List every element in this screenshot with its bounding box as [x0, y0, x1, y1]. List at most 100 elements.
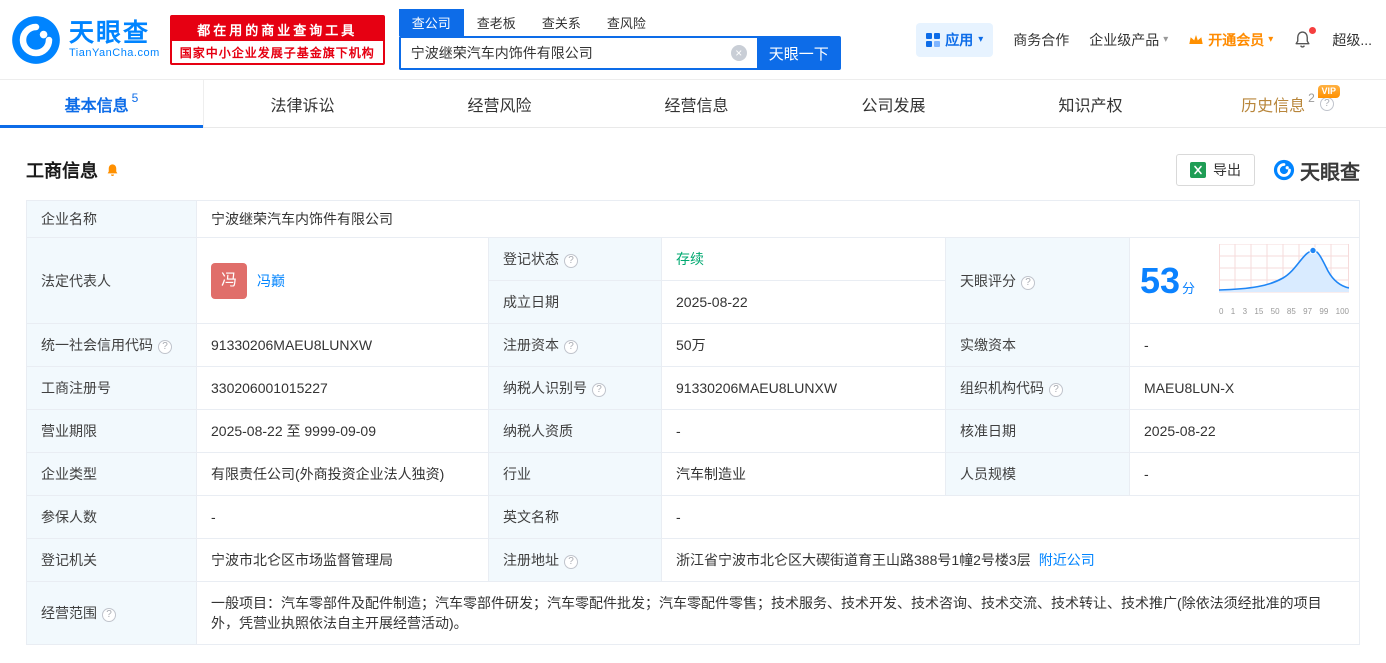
- notifications-button[interactable]: [1293, 27, 1317, 49]
- company-section-tabbar: 基本信息 5 法律诉讼 经营风险 经营信息 公司发展 知识产权 VIP 历史信息…: [0, 80, 1386, 128]
- axis-tick: 0: [1219, 307, 1224, 316]
- value-business-term: 2025-08-22 至 9999-09-09: [196, 409, 489, 453]
- label-business-term: 营业期限: [26, 409, 197, 453]
- section-title: 工商信息: [26, 161, 98, 181]
- chevron-down-icon: ▾: [978, 34, 984, 45]
- value-english-name: -: [661, 495, 1360, 539]
- value-establish-date: 2025-08-22: [661, 280, 946, 324]
- nav-business-cooperation[interactable]: 商务合作: [1013, 30, 1069, 50]
- search-button[interactable]: 天眼一下: [756, 36, 841, 70]
- help-icon[interactable]: ?: [1049, 383, 1063, 397]
- vip-badge: VIP: [1317, 85, 1341, 98]
- logo-subtitle: TianYanCha.com: [69, 47, 160, 60]
- tianyancha-watermark-label: 天眼查: [1300, 161, 1360, 184]
- help-icon[interactable]: ?: [1319, 96, 1334, 111]
- tab-basic-info[interactable]: 基本信息 5: [0, 80, 204, 128]
- search-tab-boss[interactable]: 查老板: [464, 9, 529, 36]
- legal-rep-avatar[interactable]: 冯: [211, 262, 247, 299]
- section-head-actions: 导出 天眼查: [1176, 154, 1360, 186]
- label-insured-count: 参保人数: [26, 495, 197, 539]
- nearby-companies-link[interactable]: 附近公司: [1039, 552, 1095, 568]
- help-icon[interactable]: ?: [102, 608, 116, 622]
- label-company-name: 企业名称: [26, 200, 197, 238]
- apps-menu[interactable]: 应用 ▾: [916, 22, 994, 57]
- tianyancha-logo[interactable]: 天眼查 TianYanCha.com: [10, 14, 160, 66]
- tab-business-info-label: 经营信息: [664, 97, 729, 115]
- value-reg-number: 330206001015227: [196, 366, 489, 410]
- tab-intellectual-property-label: 知识产权: [1058, 97, 1123, 115]
- business-info-table: 企业名称 宁波继荣汽车内饰件有限公司 法定代表人 冯 冯巅 登记状态? 存续 天…: [26, 200, 1360, 645]
- value-legal-rep: 冯 冯巅: [196, 237, 489, 324]
- label-tyc-score: 天眼评分?: [945, 237, 1130, 324]
- chevron-down-icon: ▾: [1268, 34, 1274, 45]
- nav-super-vip[interactable]: 超级...: [1332, 30, 1372, 50]
- score-curve: [1218, 243, 1350, 293]
- tab-company-development[interactable]: 公司发展: [795, 80, 992, 127]
- label-reg-status: 登记状态?: [488, 237, 662, 281]
- value-reg-address: 浙江省宁波市北仑区大碶街道育王山路388号1幢2号楼3层 附近公司: [661, 538, 1360, 582]
- score-distribution-chart: 0 1 3 15 50 85 97 99 100: [1218, 243, 1350, 317]
- value-company-type: 有限责任公司(外商投资企业法人独资): [196, 452, 489, 496]
- search-row: × 天眼一下: [398, 36, 841, 70]
- tab-operational-risk[interactable]: 经营风险: [401, 80, 598, 127]
- nav-enterprise-products-label: 企业级产品: [1089, 31, 1160, 48]
- axis-tick: 99: [1319, 307, 1329, 316]
- label-reg-number: 工商注册号: [26, 366, 197, 410]
- label-reg-capital-text: 注册资本: [503, 337, 559, 353]
- label-taxpayer-id: 纳税人识别号?: [488, 366, 662, 410]
- legal-rep-link[interactable]: 冯巅: [257, 271, 285, 291]
- value-reg-status: 存续: [661, 237, 946, 281]
- value-insured-count: -: [196, 495, 489, 539]
- row-reg-number: 工商注册号 330206001015227 纳税人识别号? 91330206MA…: [26, 366, 1360, 410]
- excel-icon: [1190, 162, 1206, 178]
- row-company-name: 企业名称 宁波继荣汽车内饰件有限公司: [26, 200, 1360, 238]
- label-establish-date: 成立日期: [488, 280, 662, 324]
- axis-tick: 3: [1242, 307, 1248, 316]
- axis-tick: 97: [1303, 307, 1313, 316]
- export-button[interactable]: 导出: [1176, 154, 1255, 186]
- tab-business-info[interactable]: 经营信息: [598, 80, 795, 127]
- label-tyc-score-text: 天眼评分: [960, 272, 1016, 289]
- slogan-line1: 都在用的商业查询工具: [171, 16, 383, 41]
- value-tyc-score: 53 分 0 1 3 15 50 85 97 99 100: [1129, 237, 1360, 324]
- search-tab-company[interactable]: 查公司: [398, 9, 464, 36]
- crown-icon: [1189, 35, 1203, 44]
- monitor-bell-icon[interactable]: [105, 163, 120, 178]
- help-icon[interactable]: ?: [564, 340, 578, 354]
- label-org-code: 组织机构代码?: [945, 366, 1130, 410]
- help-icon[interactable]: ?: [564, 254, 578, 268]
- help-icon[interactable]: ?: [564, 555, 578, 569]
- label-org-code-text: 组织机构代码: [960, 380, 1044, 396]
- help-icon[interactable]: ?: [1021, 275, 1035, 290]
- tab-legal-proceedings[interactable]: 法律诉讼: [204, 80, 401, 127]
- tab-history-info[interactable]: VIP 历史信息 2 ?: [1189, 80, 1386, 127]
- label-business-scope: 经营范围?: [26, 581, 197, 645]
- label-reg-status-text: 登记状态: [503, 251, 559, 267]
- nav-open-membership[interactable]: 开通会员 ▾: [1188, 30, 1273, 50]
- search-tab-relation[interactable]: 查关系: [529, 9, 594, 36]
- nav-enterprise-products[interactable]: 企业级产品 ▾: [1089, 30, 1168, 50]
- search-tab-risk[interactable]: 查风险: [594, 9, 659, 36]
- value-staff-size: -: [1129, 452, 1360, 496]
- value-org-code: MAEU8LUN-X: [1129, 366, 1360, 410]
- search-area: 查公司 查老板 查关系 查风险 × 天眼一下: [398, 9, 841, 70]
- tab-history-info-label: 历史信息: [1241, 97, 1306, 115]
- apps-menu-label: 应用: [945, 31, 974, 48]
- tab-intellectual-property[interactable]: 知识产权: [992, 80, 1189, 127]
- header-nav: 应用 ▾ 商务合作 企业级产品 ▾ 开通会员 ▾ 超级...: [916, 22, 1372, 57]
- row-company-type: 企业类型 有限责任公司(外商投资企业法人独资) 行业 汽车制造业 人员规模 -: [26, 452, 1360, 496]
- help-icon[interactable]: ?: [592, 383, 606, 397]
- clear-icon[interactable]: ×: [730, 45, 747, 61]
- search-input[interactable]: [398, 36, 757, 70]
- help-icon[interactable]: ?: [158, 340, 172, 354]
- row-business-scope: 经营范围? 一般项目：汽车零部件及配件制造；汽车零部件研发；汽车零配件批发；汽车…: [26, 581, 1360, 645]
- notification-dot: [1309, 27, 1317, 34]
- value-business-scope: 一般项目：汽车零部件及配件制造；汽车零部件研发；汽车零配件批发；汽车零配件零售；…: [196, 581, 1360, 645]
- tab-basic-info-count: 5: [131, 90, 139, 105]
- score-value: 53: [1140, 259, 1181, 301]
- value-reg-authority: 宁波市北仑区市场监督管理局: [196, 538, 489, 582]
- tianyancha-watermark-icon: [1273, 159, 1295, 181]
- tianyancha-logo-icon: [12, 15, 60, 64]
- label-credit-code: 统一社会信用代码?: [26, 323, 197, 367]
- tianyancha-watermark: 天眼查: [1273, 156, 1360, 185]
